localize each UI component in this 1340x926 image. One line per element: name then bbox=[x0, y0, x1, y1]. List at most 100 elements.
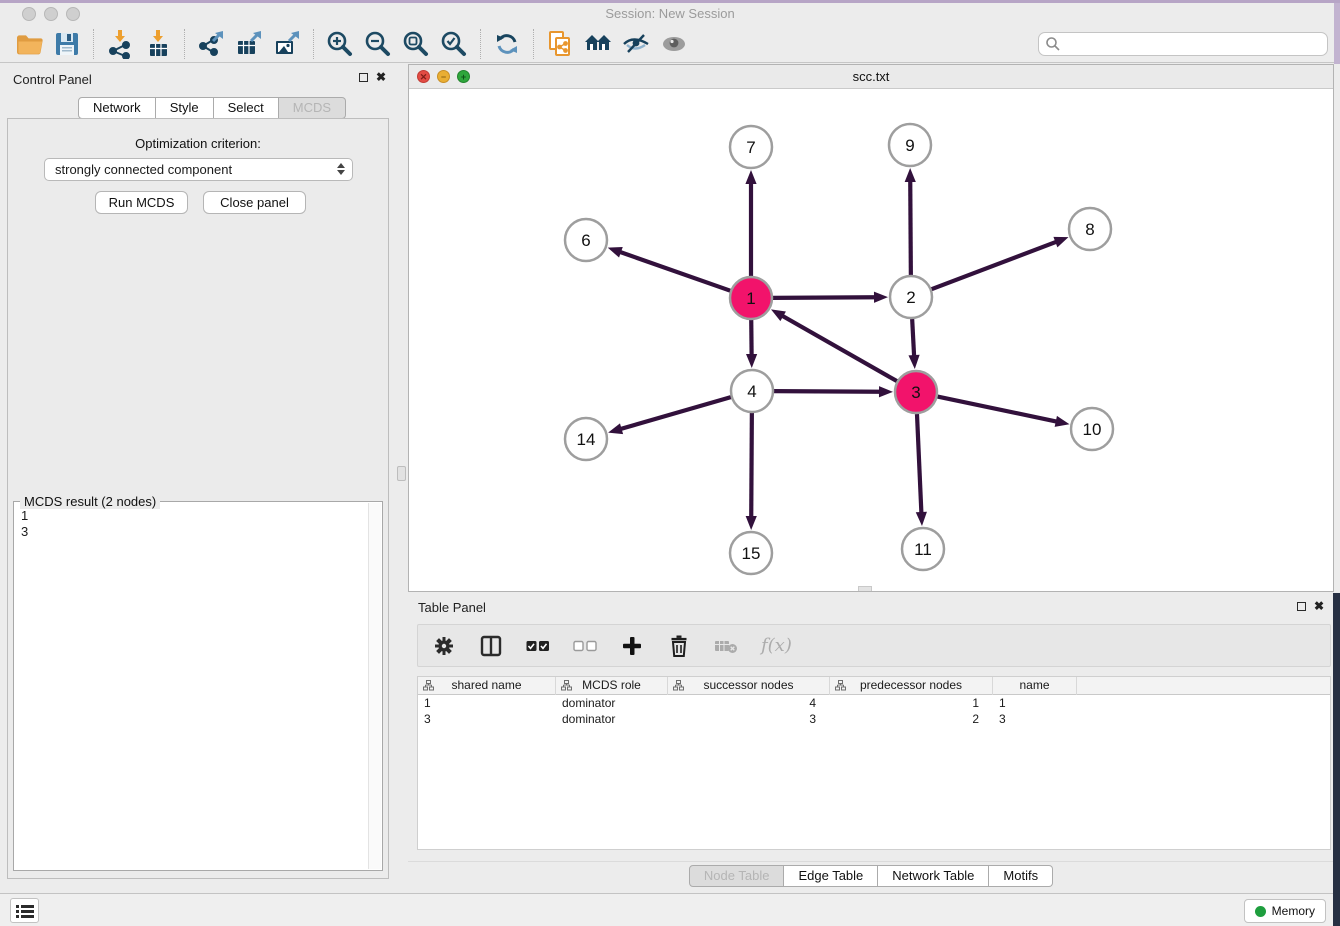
hide-selected-icon[interactable] bbox=[619, 28, 653, 60]
graph-node-label: 6 bbox=[581, 231, 590, 250]
table-cell[interactable]: dominator bbox=[556, 695, 668, 711]
graph-edge-4-15[interactable] bbox=[751, 413, 752, 518]
add-column-icon[interactable] bbox=[620, 634, 644, 658]
tab-mcds[interactable]: MCDS bbox=[279, 97, 346, 119]
network-view-window: ✕ − + scc.txt 7968124314101511 bbox=[408, 64, 1334, 592]
table-row[interactable]: 3dominator323 bbox=[418, 711, 1330, 727]
table-cell[interactable]: 2 bbox=[830, 711, 993, 727]
table-toolbar: f(x) bbox=[417, 624, 1331, 667]
import-table-icon[interactable] bbox=[141, 28, 175, 60]
table-cell[interactable]: 1 bbox=[830, 695, 993, 711]
table-settings-icon[interactable] bbox=[432, 634, 456, 658]
new-network-from-selection-icon[interactable] bbox=[543, 28, 577, 60]
table-cell[interactable]: 3 bbox=[993, 711, 1077, 727]
graph-edge-1-6[interactable] bbox=[619, 252, 730, 291]
first-neighbors-icon[interactable] bbox=[581, 28, 615, 60]
graph-node-label: 2 bbox=[906, 288, 915, 307]
export-table-icon[interactable] bbox=[232, 28, 266, 60]
edge-arrowhead bbox=[608, 423, 623, 434]
deselect-all-rows-icon[interactable] bbox=[573, 634, 597, 658]
tab-edge-table[interactable]: Edge Table bbox=[784, 865, 878, 887]
panel-splitter-handle[interactable] bbox=[397, 466, 406, 481]
graph-node-label: 1 bbox=[746, 289, 755, 308]
table-cell[interactable]: dominator bbox=[556, 711, 668, 727]
column-header-successor-nodes[interactable]: successor nodes bbox=[668, 677, 830, 695]
tab-network[interactable]: Network bbox=[78, 97, 156, 119]
select-all-rows-icon[interactable] bbox=[526, 634, 550, 658]
delete-column-icon[interactable] bbox=[667, 634, 691, 658]
zoom-fit-icon[interactable] bbox=[399, 28, 433, 60]
toolbar-separator bbox=[93, 29, 94, 59]
edge-arrowhead bbox=[1053, 237, 1068, 247]
table-cell[interactable]: 1 bbox=[993, 695, 1077, 711]
graph-edge-2-9[interactable] bbox=[910, 180, 911, 275]
memory-button[interactable]: Memory bbox=[1244, 899, 1326, 923]
zoom-out-icon[interactable] bbox=[361, 28, 395, 60]
table-cell[interactable]: 3 bbox=[418, 711, 556, 727]
close-table-panel-icon[interactable]: ✖ bbox=[1314, 601, 1324, 612]
tab-select[interactable]: Select bbox=[214, 97, 279, 119]
task-history-button[interactable] bbox=[10, 898, 39, 923]
graph-edge-3-10[interactable] bbox=[938, 397, 1058, 422]
run-mcds-button[interactable]: Run MCDS bbox=[95, 191, 188, 214]
column-header-shared-name[interactable]: shared name bbox=[418, 677, 556, 695]
export-image-icon[interactable] bbox=[270, 28, 304, 60]
save-session-icon[interactable] bbox=[50, 28, 84, 60]
application-window: Session: New Session bbox=[0, 0, 1340, 926]
graph-edge-1-2[interactable] bbox=[773, 297, 876, 298]
tab-network-table[interactable]: Network Table bbox=[878, 865, 989, 887]
table-row[interactable]: 1dominator411 bbox=[418, 695, 1330, 711]
column-header-predecessor-nodes[interactable]: predecessor nodes bbox=[830, 677, 993, 695]
tab-node-table[interactable]: Node Table bbox=[689, 865, 785, 887]
edge-arrowhead bbox=[1055, 416, 1070, 427]
open-session-icon[interactable] bbox=[12, 28, 46, 60]
mcds-result-group-title: MCDS result (2 nodes) bbox=[20, 494, 160, 509]
show-all-icon[interactable] bbox=[657, 28, 691, 60]
optimization-criterion-select[interactable]: strongly connected component bbox=[44, 158, 353, 181]
float-table-panel-icon[interactable] bbox=[1297, 602, 1306, 611]
search-input[interactable] bbox=[1038, 32, 1328, 56]
table-header-row: shared nameMCDS rolesuccessor nodesprede… bbox=[418, 677, 1330, 695]
column-header-name[interactable]: name bbox=[993, 677, 1077, 695]
toolbar-separator bbox=[533, 29, 534, 59]
mcds-result-item[interactable]: 1 bbox=[21, 508, 368, 524]
graph-edge-2-3[interactable] bbox=[912, 319, 914, 357]
close-panel-button[interactable]: Close panel bbox=[203, 191, 306, 214]
network-window-title: scc.txt bbox=[409, 65, 1333, 89]
mcds-result-list: 13 bbox=[14, 504, 368, 870]
toggle-columns-icon[interactable] bbox=[479, 634, 503, 658]
graph-edge-2-8[interactable] bbox=[932, 241, 1058, 289]
zoom-in-icon[interactable] bbox=[323, 28, 357, 60]
mcds-result-item[interactable]: 3 bbox=[21, 524, 368, 540]
graph-node-label: 9 bbox=[905, 136, 914, 155]
column-header-MCDS-role[interactable]: MCDS role bbox=[556, 677, 668, 695]
import-network-icon[interactable] bbox=[103, 28, 137, 60]
graph-node-label: 4 bbox=[747, 382, 756, 401]
main-toolbar bbox=[0, 25, 1340, 63]
zoom-selected-icon[interactable] bbox=[437, 28, 471, 60]
network-table-splitter-handle[interactable] bbox=[858, 586, 872, 591]
tab-motifs[interactable]: Motifs bbox=[989, 865, 1053, 887]
graph-edge-3-1[interactable] bbox=[781, 315, 896, 381]
graph-edge-4-3[interactable] bbox=[774, 391, 881, 392]
refresh-layout-icon[interactable] bbox=[490, 28, 524, 60]
table-type-tabs: Node TableEdge TableNetwork TableMotifs bbox=[408, 865, 1334, 887]
float-panel-icon[interactable] bbox=[359, 73, 368, 82]
network-window-titlebar[interactable]: ✕ − + scc.txt bbox=[409, 65, 1333, 89]
delete-table-icon[interactable] bbox=[714, 634, 738, 658]
table-cell[interactable]: 3 bbox=[668, 711, 830, 727]
edge-arrowhead bbox=[879, 386, 893, 397]
session-title: Session: New Session bbox=[0, 3, 1340, 25]
export-network-icon[interactable] bbox=[194, 28, 228, 60]
node-table: shared nameMCDS rolesuccessor nodesprede… bbox=[417, 676, 1331, 850]
toolbar-separator bbox=[480, 29, 481, 59]
graph-edge-4-14[interactable] bbox=[620, 397, 731, 429]
function-builder-icon[interactable]: f(x) bbox=[761, 635, 792, 656]
table-cell[interactable]: 1 bbox=[418, 695, 556, 711]
table-cell[interactable]: 4 bbox=[668, 695, 830, 711]
graph-edge-3-11[interactable] bbox=[917, 414, 921, 514]
tab-style[interactable]: Style bbox=[156, 97, 214, 119]
close-panel-icon[interactable]: ✖ bbox=[376, 72, 386, 83]
result-list-scrollbar[interactable] bbox=[368, 503, 381, 869]
network-graph-canvas[interactable]: 7968124314101511 bbox=[409, 89, 1333, 591]
